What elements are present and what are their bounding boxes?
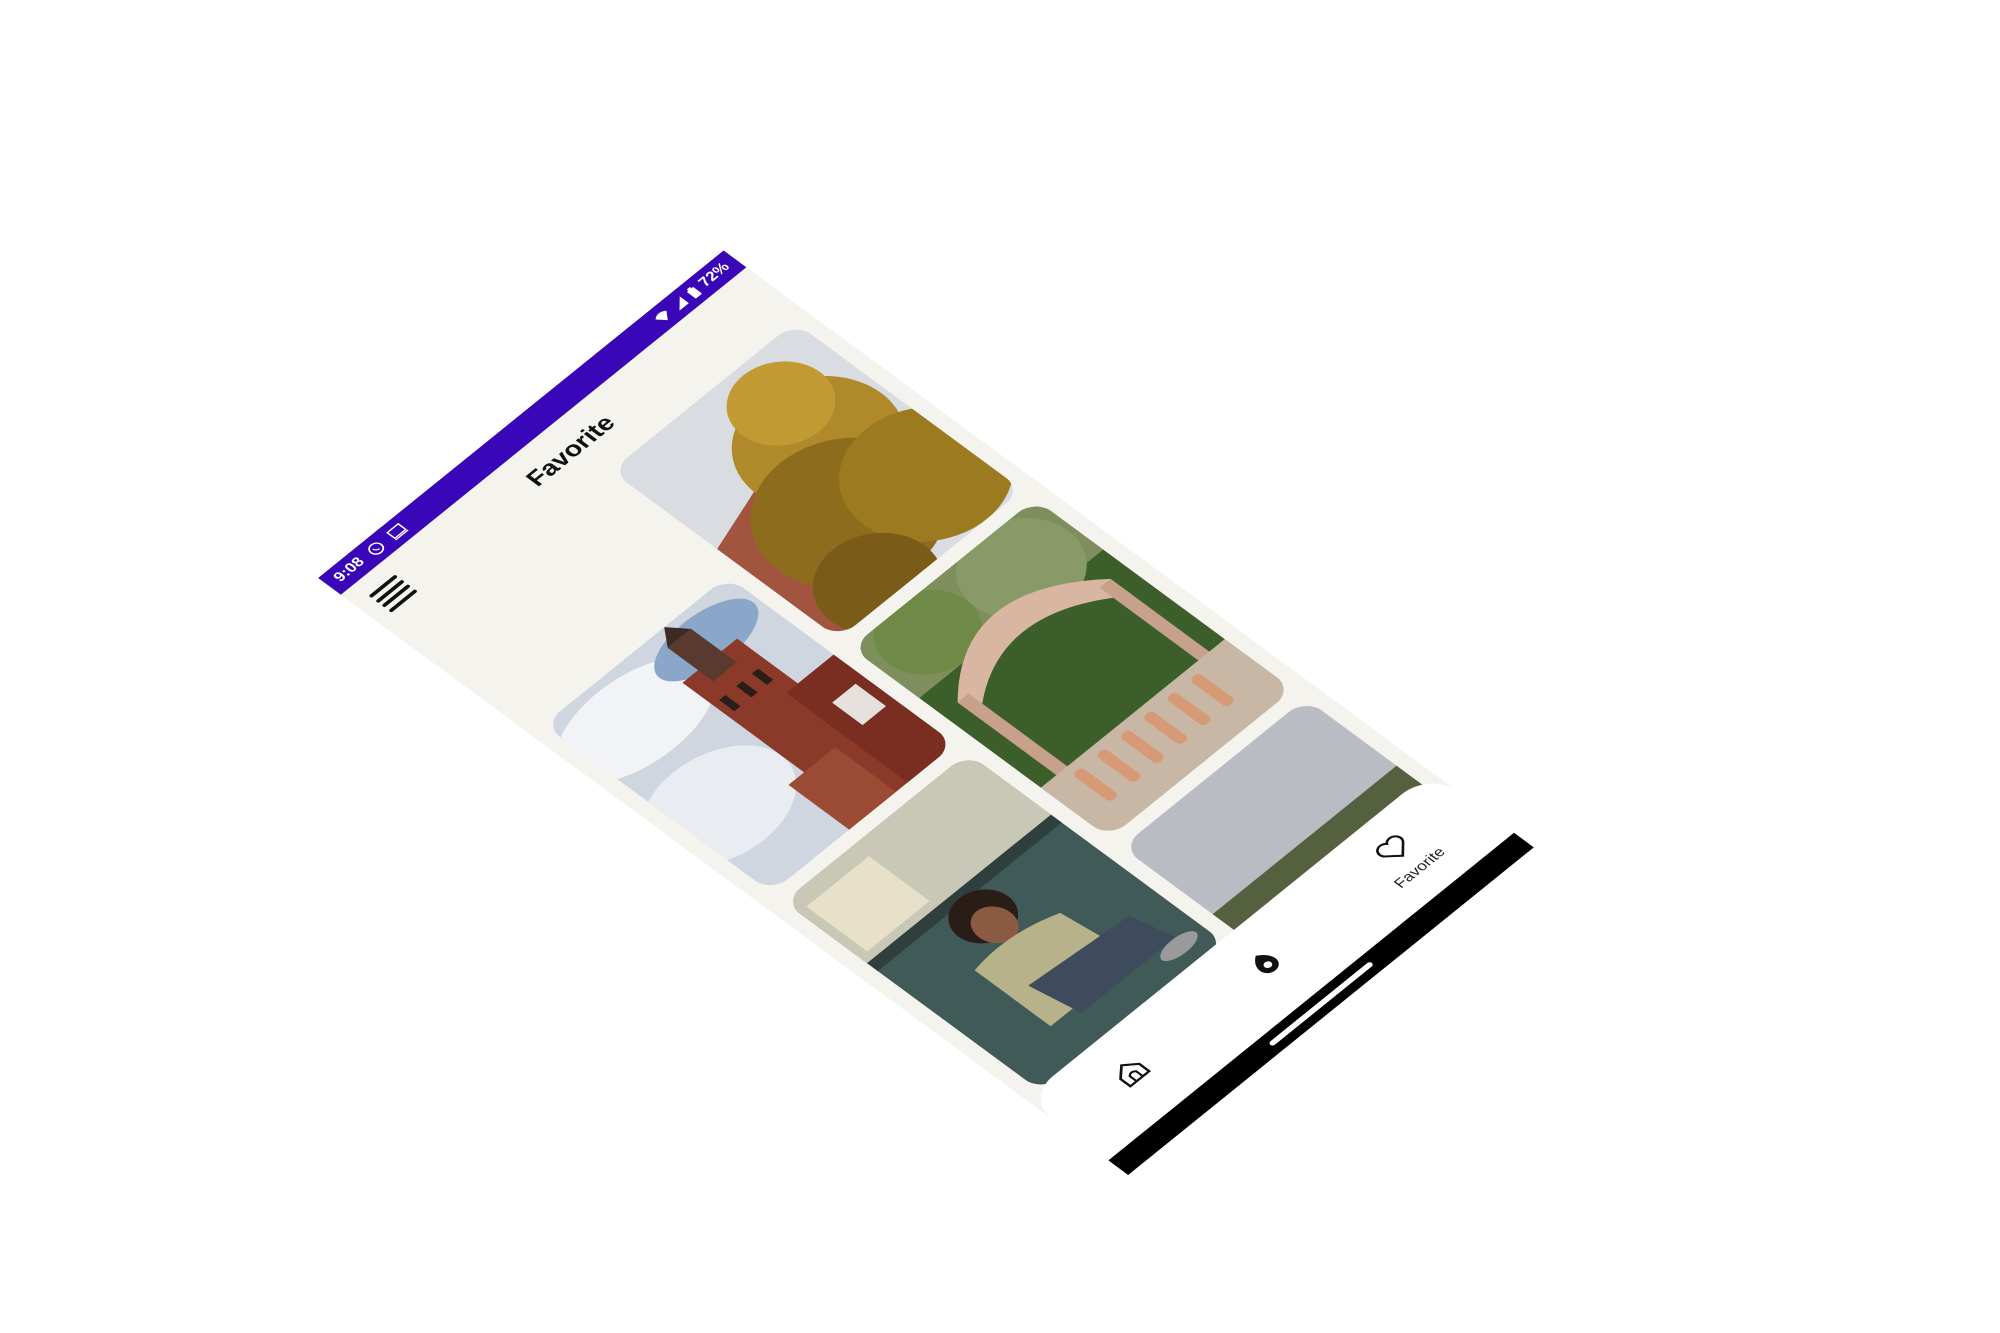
phone: 9:08 72% Favorite Favorite [318, 250, 1534, 1175]
whatsapp-icon [364, 539, 389, 558]
stage: 9:08 72% Favorite Favorite [0, 0, 2000, 1333]
hamburger-icon[interactable] [368, 574, 418, 613]
battery-icon [684, 285, 704, 300]
wifi-icon [652, 308, 675, 326]
screen-icon [384, 521, 410, 541]
app-screen: 9:08 72% Favorite Favorite [318, 250, 1514, 1161]
home-icon [1105, 1053, 1158, 1094]
explore-icon [1241, 944, 1294, 985]
signal-icon [669, 295, 691, 312]
